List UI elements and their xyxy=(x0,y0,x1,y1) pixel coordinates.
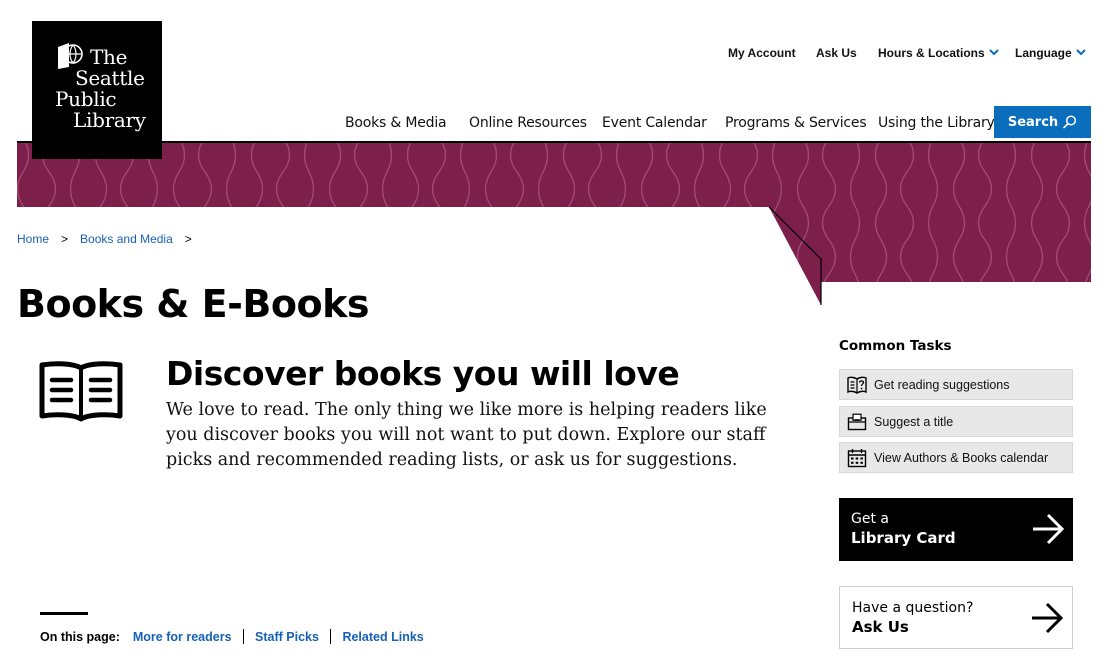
library-logo[interactable]: The Seattle Public Library xyxy=(32,21,162,159)
language-dropdown[interactable]: Language xyxy=(1015,46,1086,60)
nav-online-resources[interactable]: Online Resources xyxy=(469,115,587,131)
hours-locations-dropdown[interactable]: Hours & Locations xyxy=(878,46,999,60)
task-label: View Authors & Books calendar xyxy=(874,450,1049,465)
intro-heading: Discover books you will love xyxy=(166,354,680,393)
nav-programs-services[interactable]: Programs & Services xyxy=(725,115,867,131)
calendar-icon xyxy=(847,448,867,467)
get-library-card-button[interactable]: Get a Library Card xyxy=(839,498,1073,561)
logo-wordmark: The Seattle Public Library xyxy=(55,45,146,132)
arrow-right-icon xyxy=(1033,513,1065,545)
on-this-page-rule xyxy=(40,612,88,615)
task-get-reading-suggestions[interactable]: Get reading suggestions xyxy=(839,369,1073,400)
jump-link-more-for-readers[interactable]: More for readers xyxy=(133,630,232,644)
chevron-down-icon xyxy=(988,49,999,56)
arrow-right-icon xyxy=(1032,602,1064,634)
nav-using-library[interactable]: Using the Library xyxy=(878,115,995,131)
nav-books-media[interactable]: Books & Media xyxy=(345,115,447,131)
book-question-icon xyxy=(847,376,867,394)
search-button[interactable]: Search xyxy=(994,106,1091,138)
page-title: Books & E-Books xyxy=(17,282,369,326)
search-icon xyxy=(1063,115,1077,129)
on-this-page-nav: On this page: More for readers Staff Pic… xyxy=(40,629,424,644)
library-card-line2: Library Card xyxy=(851,529,956,547)
search-label: Search xyxy=(1007,114,1059,130)
jump-link-related-links[interactable]: Related Links xyxy=(342,630,423,644)
link-separator xyxy=(242,629,245,644)
breadcrumb-books-media[interactable]: Books and Media xyxy=(80,232,173,246)
task-view-authors-calendar[interactable]: View Authors & Books calendar xyxy=(839,442,1073,473)
task-label: Get reading suggestions xyxy=(874,377,1010,392)
ask-us-link[interactable]: Ask Us xyxy=(816,46,857,60)
nav-event-calendar[interactable]: Event Calendar xyxy=(602,115,707,131)
ask-us-line1: Have a question? xyxy=(852,600,974,616)
task-suggest-title[interactable]: Suggest a title xyxy=(839,406,1073,437)
task-label: Suggest a title xyxy=(874,414,954,429)
breadcrumb: Home > Books and Media > xyxy=(17,232,204,246)
ask-us-line2: Ask Us xyxy=(852,618,909,636)
on-this-page-label: On this page: xyxy=(40,629,120,644)
common-tasks-title: Common Tasks xyxy=(839,338,952,354)
library-card-line1: Get a xyxy=(851,511,889,527)
breadcrumb-home[interactable]: Home xyxy=(17,232,49,246)
open-book-icon xyxy=(39,361,123,422)
link-separator xyxy=(329,629,332,644)
intro-text: We love to read. The only thing we like … xyxy=(166,400,767,470)
chevron-down-icon xyxy=(1075,49,1086,56)
breadcrumb-separator: > xyxy=(184,232,192,246)
suggestion-box-icon xyxy=(847,413,867,430)
jump-link-staff-picks[interactable]: Staff Picks xyxy=(255,630,319,644)
my-account-link[interactable]: My Account xyxy=(728,46,796,60)
ask-us-button[interactable]: Have a question? Ask Us xyxy=(839,586,1073,649)
breadcrumb-separator: > xyxy=(61,232,69,246)
